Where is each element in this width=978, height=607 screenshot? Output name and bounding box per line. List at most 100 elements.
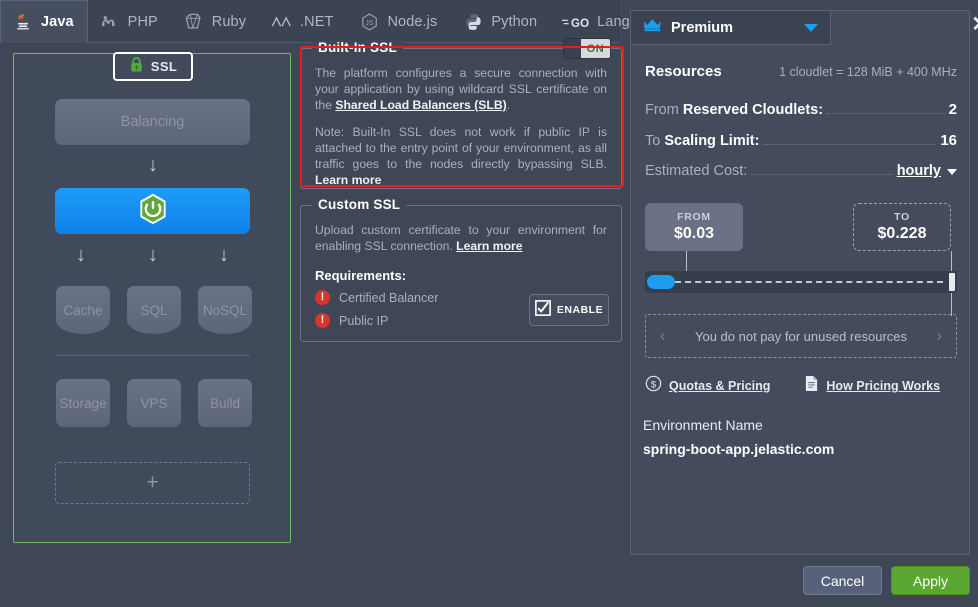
chevron-down-icon[interactable] [804, 23, 818, 32]
chevron-right-icon[interactable]: › [936, 326, 942, 346]
tab-label: Ruby [211, 13, 247, 30]
checkbox-checked-icon [534, 299, 551, 321]
node-balancing-label: Balancing [120, 114, 185, 130]
requirement-label: Public IP [339, 313, 389, 328]
premium-tab-label: Premium [671, 19, 734, 36]
alert-icon: ! [315, 313, 330, 328]
node-cache-label: Cache [63, 302, 103, 318]
php-icon [99, 11, 121, 33]
document-icon [804, 375, 819, 397]
quotas-and-pricing-link[interactable]: $ Quotas & Pricing [645, 375, 770, 397]
go-icon: GO [562, 11, 590, 33]
tab-nodejs[interactable]: JS Node.js [347, 0, 451, 43]
alert-icon: ! [315, 290, 330, 305]
tab-label: .NET [300, 13, 334, 30]
toggle-knob [564, 39, 581, 58]
slider-track-dashes [675, 281, 943, 283]
price-from-value: $0.03 [673, 225, 715, 242]
builtin-ssl-note: Note: Built-In SSL does not work if publ… [315, 124, 607, 188]
ssl-badge-label: SSL [150, 59, 178, 74]
cost-period-select[interactable]: hourly [897, 163, 941, 179]
builtin-ssl-text-2: Note: Built-In SSL does not work if publ… [315, 125, 607, 171]
how-pricing-works-link[interactable]: How Pricing Works [804, 375, 940, 397]
environment-name-value[interactable]: spring-boot-app.jelastic.com [643, 441, 834, 457]
price-to-caption: TO [894, 211, 910, 223]
node-storage-label: Storage [59, 395, 107, 411]
enable-custom-ssl-button[interactable]: ENABLE [529, 294, 609, 326]
node-cache[interactable]: Cache [56, 286, 110, 334]
scaling-limit-label: To Scaling Limit: [645, 133, 760, 149]
custom-ssl-panel: Custom SSL Upload custom certificate to … [300, 197, 622, 342]
custom-ssl-description: Upload custom certificate to your enviro… [315, 222, 607, 254]
slider-handle-max[interactable] [949, 273, 955, 291]
node-nosql-label: NoSQL [202, 302, 248, 318]
tab-label: Python [491, 13, 538, 30]
dot-leader [763, 144, 937, 145]
arrow-down-icon: ↓ [219, 244, 229, 266]
unused-resources-notice: ‹ You do not pay for unused resources › [645, 314, 957, 358]
ruby-icon [183, 11, 205, 33]
estimated-cost-row: Estimated Cost: hourly [645, 163, 957, 179]
tab-label: PHP [127, 13, 158, 30]
chevron-down-icon[interactable] [947, 169, 957, 175]
resources-header: Resources 1 cloudlet = 128 MiB + 400 MHz [645, 63, 957, 80]
add-node-button[interactable]: + [55, 462, 250, 504]
ssl-badge[interactable]: SSL [113, 52, 193, 81]
svg-text:$: $ [651, 379, 657, 390]
builtin-ssl-learn-more-link[interactable]: Learn more [315, 173, 381, 187]
cancel-button[interactable]: Cancel [803, 566, 882, 595]
requirements-title: Requirements: [315, 268, 407, 283]
scaling-limit-value[interactable]: 16 [940, 132, 957, 149]
tab-dotnet[interactable]: .NET [260, 0, 347, 43]
tab-python[interactable]: Python [451, 0, 551, 43]
apply-button-label: Apply [912, 572, 949, 589]
node-vps[interactable]: VPS [127, 379, 181, 427]
estimated-cost-label: Estimated Cost: [645, 163, 748, 179]
environment-name-label: Environment Name [643, 417, 763, 433]
reserved-cloudlets-row: From Reserved Cloudlets: 2 [645, 101, 957, 118]
tab-label: Lang [597, 13, 630, 30]
tab-java[interactable]: Java [0, 0, 88, 43]
resources-note: 1 cloudlet = 128 MiB + 400 MHz [779, 65, 957, 79]
java-icon [12, 11, 34, 33]
svg-text:JS: JS [365, 19, 374, 27]
node-build-label: Build [209, 395, 241, 411]
node-nosql[interactable]: NoSQL [198, 286, 252, 334]
pricing-links: $ Quotas & Pricing How Pricing Works [645, 375, 957, 397]
arrow-down-icon: ↓ [76, 244, 86, 266]
builtin-ssl-title: Built-In SSL [312, 40, 403, 55]
builtin-ssl-toggle[interactable]: ON [563, 38, 611, 59]
nodejs-icon: JS [358, 11, 380, 33]
resources-label: Resources [645, 63, 722, 80]
node-build[interactable]: Build [198, 379, 252, 427]
node-storage[interactable]: Storage [56, 379, 110, 427]
reserved-cloudlets-value[interactable]: 2 [949, 101, 957, 118]
svg-text:GO: GO [571, 17, 589, 29]
app-window: Java PHP Ruby .NET JS Node.js Python GO … [0, 0, 978, 607]
node-vps-label: VPS [140, 395, 168, 411]
plus-icon: + [146, 471, 159, 494]
node-application-server[interactable] [55, 188, 250, 234]
node-balancing[interactable]: Balancing [55, 99, 250, 145]
node-sql[interactable]: SQL [127, 286, 181, 334]
resource-range-slider[interactable] [645, 271, 957, 293]
shared-load-balancers-link[interactable]: Shared Load Balancers (SLB) [335, 98, 506, 112]
tab-ruby[interactable]: Ruby [172, 0, 260, 43]
close-icon[interactable]: ✕ [969, 14, 978, 37]
toggle-state-label: ON [581, 39, 610, 58]
tab-label: Java [41, 13, 74, 30]
arrow-down-icon: ↓ [148, 244, 158, 266]
custom-ssl-title: Custom SSL [312, 197, 407, 212]
price-to-box[interactable]: TO $0.228 [853, 203, 951, 251]
unused-resources-text: You do not pay for unused resources [695, 328, 907, 344]
dollar-circle-icon: $ [645, 375, 662, 397]
tab-php[interactable]: PHP [88, 0, 172, 43]
scaling-limit-row: To Scaling Limit: 16 [645, 132, 957, 149]
apply-button[interactable]: Apply [891, 566, 970, 595]
custom-ssl-learn-more-link[interactable]: Learn more [456, 239, 522, 253]
arrow-down-icon: ↓ [148, 154, 158, 176]
price-from-box[interactable]: FROM $0.03 [645, 203, 743, 251]
requirement-label: Certified Balancer [339, 290, 439, 305]
tab-premium[interactable]: Premium [631, 11, 831, 45]
how-pricing-link-label: How Pricing Works [826, 379, 941, 393]
